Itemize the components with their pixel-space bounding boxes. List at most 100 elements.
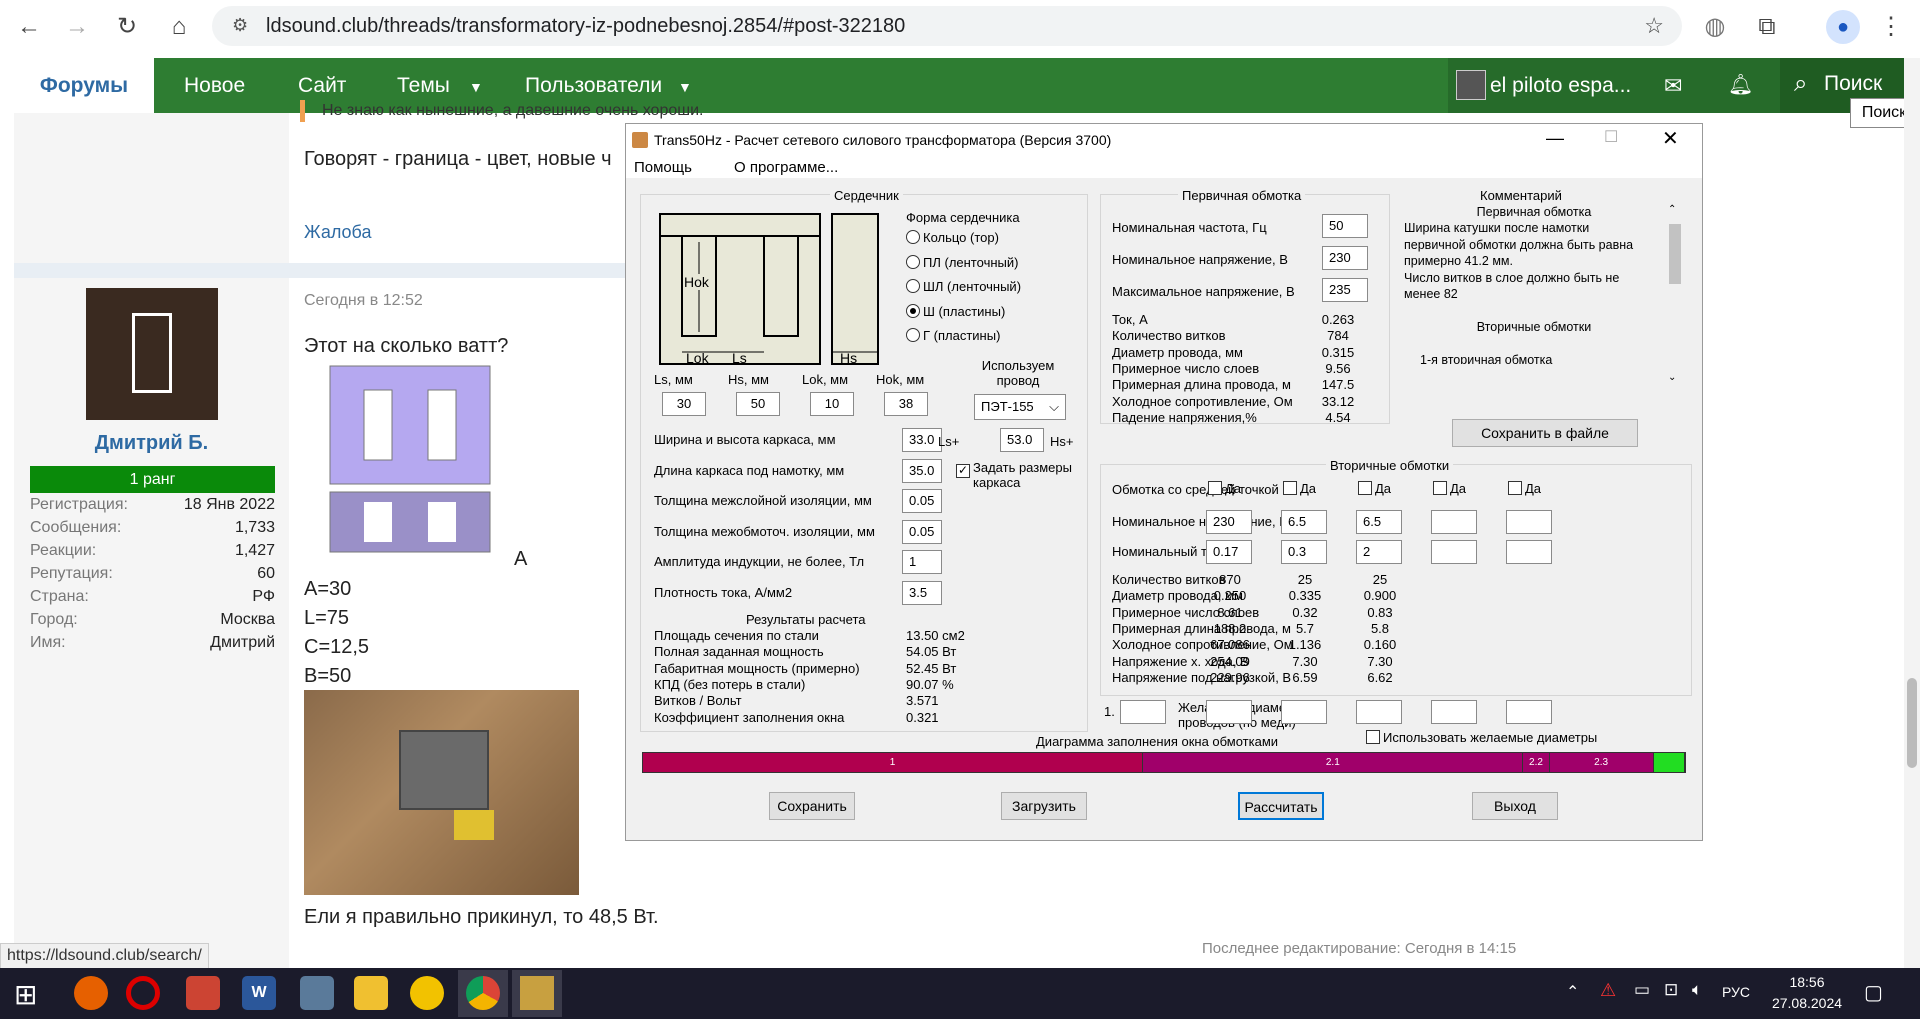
- calculate-button[interactable]: Рассчитать: [1238, 792, 1324, 820]
- file-explorer-icon[interactable]: [354, 976, 388, 1010]
- menu-about[interactable]: О программе...: [734, 159, 838, 176]
- sec-current-input[interactable]: [1506, 540, 1552, 564]
- nav-forums[interactable]: Форумы: [14, 58, 154, 113]
- word-icon[interactable]: W: [242, 976, 276, 1010]
- desired-diam-input[interactable]: [1356, 700, 1402, 724]
- firefox-icon[interactable]: [74, 976, 108, 1010]
- sec-current-input[interactable]: 0.3: [1281, 540, 1327, 564]
- save-button[interactable]: Сохранить: [769, 792, 855, 820]
- username[interactable]: Дмитрий Б.: [14, 432, 289, 455]
- bookmark-star-icon[interactable]: ☆: [1644, 13, 1664, 39]
- home-icon[interactable]: ⌂: [164, 12, 194, 42]
- user-avatar-large[interactable]: [86, 288, 218, 420]
- center-tap-checkbox[interactable]: Да: [1283, 481, 1316, 496]
- sec-voltage-input[interactable]: 6.5: [1356, 510, 1402, 534]
- maximize-icon[interactable]: ☐: [1604, 127, 1618, 147]
- dim-input[interactable]: 38: [884, 392, 928, 416]
- load-button[interactable]: Загрузить: [1001, 792, 1087, 820]
- comment-scrollbar-thumb[interactable]: [1669, 224, 1681, 284]
- core-param-input[interactable]: 33.0: [902, 428, 942, 452]
- exit-button[interactable]: Выход: [1472, 792, 1558, 820]
- minimize-icon[interactable]: —: [1546, 128, 1564, 149]
- page-scrollbar-thumb[interactable]: [1907, 678, 1917, 768]
- notifications-icon[interactable]: ▢: [1864, 980, 1883, 1005]
- primary-input[interactable]: 235: [1322, 278, 1368, 302]
- core-param-input[interactable]: 3.5: [902, 580, 942, 605]
- core-param-input[interactable]: 1: [902, 550, 942, 574]
- desired-diam-input[interactable]: [1431, 700, 1477, 724]
- tray-lang[interactable]: РУС: [1722, 984, 1750, 1000]
- forward-icon[interactable]: →: [62, 12, 92, 42]
- sec-voltage-input[interactable]: [1431, 510, 1477, 534]
- menu-kebab-icon[interactable]: ⋮: [1876, 12, 1906, 42]
- comment-scrollbar[interactable]: ⌃ ⌄: [1668, 204, 1682, 390]
- shape-radio[interactable]: ШЛ (ленточный): [906, 279, 1021, 294]
- center-tap-checkbox[interactable]: Да: [1358, 481, 1391, 496]
- post-time[interactable]: Сегодня в 12:52: [304, 292, 423, 310]
- tray-volume-icon[interactable]: 🔈︎: [1692, 980, 1702, 1000]
- tray-network-icon[interactable]: ⊡: [1664, 980, 1678, 1000]
- back-icon[interactable]: ←: [14, 12, 44, 42]
- chrome-task-active[interactable]: [458, 970, 508, 1017]
- start-windows-icon[interactable]: ⊞: [14, 978, 37, 1011]
- tray-battery-icon[interactable]: ▭: [1634, 980, 1650, 1000]
- wire-select[interactable]: ПЭТ-155 ⌵: [974, 394, 1066, 420]
- shape-radio[interactable]: Кольцо (тор): [906, 230, 999, 245]
- reload-icon[interactable]: ↻: [112, 12, 142, 42]
- sec-current-input[interactable]: 0.17: [1206, 540, 1252, 564]
- sec-voltage-input[interactable]: 6.5: [1281, 510, 1327, 534]
- tray-time[interactable]: 18:56: [1762, 974, 1852, 990]
- primary-input[interactable]: 230: [1322, 246, 1368, 270]
- tray-chevron-up-icon[interactable]: ⌃: [1566, 982, 1579, 1002]
- desired-diam-small-input[interactable]: [1120, 700, 1166, 724]
- site-info-icon[interactable]: ⚙: [232, 15, 248, 36]
- desired-diam-input[interactable]: [1506, 700, 1552, 724]
- profile-avatar[interactable]: ●: [1826, 10, 1860, 44]
- save-to-file-button[interactable]: Сохранить в файле: [1452, 419, 1638, 447]
- shape-radio[interactable]: ПЛ (ленточный): [906, 254, 1018, 270]
- core-param-input[interactable]: 35.0: [902, 458, 942, 483]
- use-desired-checkbox[interactable]: Использовать желаемые диаметры: [1366, 730, 1597, 745]
- core-param-input[interactable]: 0.05: [902, 519, 942, 544]
- center-tap-checkbox[interactable]: Да: [1433, 481, 1466, 496]
- hs-plus-input[interactable]: 53.0: [1000, 428, 1044, 452]
- dim-input[interactable]: 10: [810, 392, 854, 416]
- mail-icon[interactable]: ✉: [1664, 58, 1682, 113]
- sec-voltage-input[interactable]: [1506, 510, 1552, 534]
- shape-radio[interactable]: Г (пластины): [906, 328, 1000, 343]
- center-tap-checkbox[interactable]: Да: [1508, 481, 1541, 496]
- tray-warning-icon[interactable]: ⚠: [1600, 980, 1616, 1001]
- tray-date[interactable]: 27.08.2024: [1762, 995, 1852, 1011]
- core-param-input[interactable]: 0.05: [902, 489, 942, 513]
- nav-new[interactable]: Новое: [184, 58, 245, 113]
- app-icon-yellow[interactable]: [410, 976, 444, 1010]
- desired-diam-input[interactable]: [1206, 700, 1252, 724]
- primary-input[interactable]: 50: [1322, 214, 1368, 238]
- close-icon[interactable]: ✕: [1662, 126, 1679, 151]
- frame-size-checkbox[interactable]: ✓ Задать размеры каркаса: [956, 460, 1086, 490]
- trans50hz-task-active[interactable]: [512, 970, 562, 1017]
- page-scrollbar[interactable]: [1904, 58, 1920, 968]
- shape-radio[interactable]: Ш (пластины): [906, 303, 1005, 319]
- extensions-icon[interactable]: ⧉: [1752, 12, 1782, 42]
- bell-icon[interactable]: 🔔︎: [1728, 58, 1753, 113]
- scroll-up-icon[interactable]: ⌃: [1668, 204, 1676, 215]
- calculator-icon[interactable]: [300, 976, 334, 1010]
- desired-diam-input[interactable]: [1281, 700, 1327, 724]
- user-avatar[interactable]: [1456, 70, 1486, 100]
- sec-voltage-input[interactable]: 230: [1206, 510, 1252, 534]
- dim-input[interactable]: 50: [736, 392, 780, 416]
- scroll-down-icon[interactable]: ⌄: [1668, 372, 1676, 383]
- user-name-link[interactable]: el piloto espa...: [1490, 58, 1631, 113]
- globe-icon[interactable]: ◍: [1700, 12, 1730, 42]
- sec-current-input[interactable]: 2: [1356, 540, 1402, 564]
- menu-help[interactable]: Помощь: [634, 159, 692, 176]
- center-tap-checkbox[interactable]: Да: [1208, 481, 1241, 496]
- address-bar[interactable]: ⚙ ldsound.club/threads/transformatory-iz…: [212, 6, 1682, 46]
- report-link[interactable]: Жалоба: [304, 222, 371, 243]
- opera-icon[interactable]: [126, 976, 160, 1010]
- transformer-photo[interactable]: [304, 690, 579, 895]
- sec-current-input[interactable]: [1431, 540, 1477, 564]
- dim-input[interactable]: 30: [662, 392, 706, 416]
- app-icon-ccleaner[interactable]: [186, 976, 220, 1010]
